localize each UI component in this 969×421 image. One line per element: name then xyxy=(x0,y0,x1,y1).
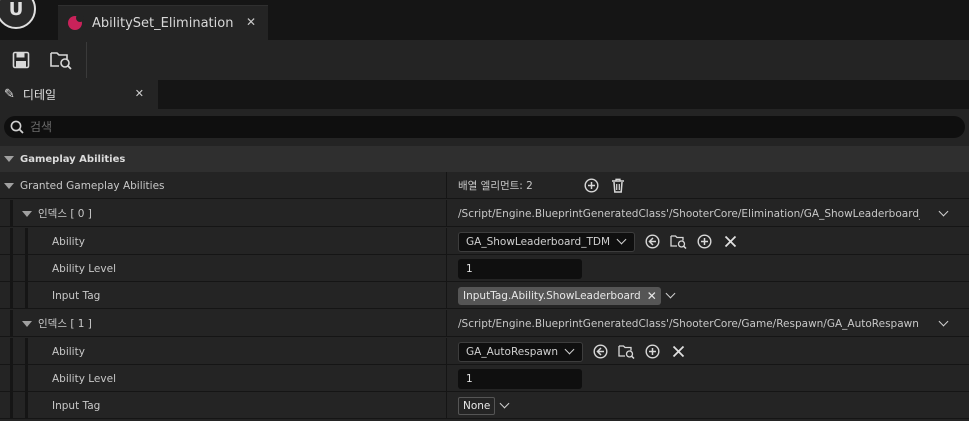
ability-class-combo[interactable]: GA_ShowLeaderboard_TDM xyxy=(458,231,636,252)
category-gameplay-abilities[interactable]: Gameplay Abilities xyxy=(0,146,969,172)
use-selected-arrow-icon xyxy=(593,344,608,359)
chevron-down-icon xyxy=(564,344,575,355)
ability-class-value: GA_AutoRespawn xyxy=(466,345,559,358)
category-label: Gameplay Abilities xyxy=(20,153,126,165)
browse-asset-button[interactable] xyxy=(667,231,689,253)
add-circle-icon xyxy=(584,178,599,193)
toolbar-separator xyxy=(86,42,87,78)
index-label: 인덱스 [ 0 ] xyxy=(38,208,92,220)
ability-class-value: GA_ShowLeaderboard_TDM xyxy=(466,235,611,248)
ability-level-row: Ability Level 1 xyxy=(0,365,969,392)
chevron-down-icon[interactable] xyxy=(938,316,949,327)
add-new-button[interactable] xyxy=(693,231,715,253)
unreal-logo-icon[interactable]: U xyxy=(0,0,44,32)
browse-folder-icon xyxy=(669,235,687,249)
array-element-count: 배열 엘리먼트: 2 xyxy=(458,180,533,192)
pencil-icon: ✎ xyxy=(4,87,15,102)
ability-level-field[interactable]: 1 xyxy=(458,368,582,389)
ability-level-value: 1 xyxy=(466,372,473,385)
details-panel: Gameplay Abilities Granted Gameplay Abil… xyxy=(0,109,969,421)
title-bar: U AbilitySet_Elimination ✕ xyxy=(0,0,969,40)
browse-folder-icon xyxy=(617,345,635,359)
add-circle-icon xyxy=(697,234,712,249)
ability-row: Ability GA_AutoRespawn xyxy=(0,338,969,365)
save-button[interactable] xyxy=(8,47,34,73)
search-box[interactable] xyxy=(4,116,965,138)
save-icon xyxy=(12,51,30,69)
ability-class-combo[interactable]: GA_AutoRespawn xyxy=(458,341,584,362)
index-label: 인덱스 [ 1 ] xyxy=(38,318,92,330)
asset-tab-title: AbilitySet_Elimination xyxy=(92,15,234,31)
use-selected-button[interactable] xyxy=(589,341,611,363)
chevron-down-icon[interactable] xyxy=(938,206,949,217)
toolbar xyxy=(0,40,969,80)
use-selected-button[interactable] xyxy=(641,231,663,253)
search-input[interactable] xyxy=(30,120,830,134)
expand-triangle-icon[interactable] xyxy=(22,210,32,217)
property-label: Ability Level xyxy=(52,262,116,275)
chevron-down-icon[interactable] xyxy=(665,288,676,299)
add-element-button[interactable] xyxy=(581,175,603,197)
close-icon xyxy=(672,345,684,358)
ability-level-field[interactable]: 1 xyxy=(458,258,582,279)
close-icon xyxy=(724,235,736,248)
property-label: Ability xyxy=(52,345,85,358)
index-0-row: 인덱스 [ 0 ] /Script/Engine.BlueprintGenera… xyxy=(0,200,969,227)
details-tab-label: 디테일 xyxy=(22,88,57,102)
details-tab[interactable]: ✎ 디테일 ✕ xyxy=(0,80,158,109)
chevron-down-icon xyxy=(616,234,627,245)
gameplay-tag-value: None xyxy=(463,399,491,412)
expand-triangle-icon[interactable] xyxy=(4,182,14,189)
property-label: Input Tag xyxy=(52,399,101,412)
remove-tag-icon[interactable]: ✕ xyxy=(647,289,657,303)
clear-array-button[interactable] xyxy=(607,175,629,197)
add-new-button[interactable] xyxy=(641,341,663,363)
gameplay-tag-none[interactable]: None xyxy=(458,396,496,415)
ability-level-row: Ability Level 1 xyxy=(0,255,969,282)
class-path-text: /Script/Engine.BlueprintGeneratedClass'/… xyxy=(458,317,920,330)
expand-triangle-icon[interactable] xyxy=(4,156,14,162)
ability-row: Ability GA_ShowLeaderboard_TDM xyxy=(0,228,969,255)
add-circle-icon xyxy=(645,344,660,359)
property-label: Ability Level xyxy=(52,372,116,385)
use-selected-arrow-icon xyxy=(645,234,660,249)
input-tag-row: Input Tag InputTag.Ability.ShowLeaderboa… xyxy=(0,282,969,309)
close-details-icon[interactable]: ✕ xyxy=(135,87,144,100)
search-icon xyxy=(10,120,24,134)
details-tab-bar: ✎ 디테일 ✕ xyxy=(0,80,969,109)
browse-folder-icon xyxy=(50,52,72,70)
ability-level-value: 1 xyxy=(466,262,473,275)
browse-asset-button[interactable] xyxy=(615,341,637,363)
expand-triangle-icon[interactable] xyxy=(22,320,32,327)
class-path-text: /Script/Engine.BlueprintGeneratedClass'/… xyxy=(458,207,920,220)
close-tab-icon[interactable]: ✕ xyxy=(246,15,256,29)
clear-button[interactable] xyxy=(719,231,741,253)
browse-button[interactable] xyxy=(48,47,74,73)
gameplay-tag-pill[interactable]: InputTag.Ability.ShowLeaderboard ✕ xyxy=(458,286,661,305)
input-tag-row: Input Tag None xyxy=(0,392,969,419)
granted-abilities-row: Granted Gameplay Abilities 배열 엘리먼트: 2 xyxy=(0,172,969,199)
clear-button[interactable] xyxy=(667,341,689,363)
property-label: Ability xyxy=(52,235,85,248)
property-label: Granted Gameplay Abilities xyxy=(20,179,165,192)
data-asset-icon xyxy=(68,14,84,30)
chevron-down-icon[interactable] xyxy=(499,398,510,409)
gameplay-tag-value: InputTag.Ability.ShowLeaderboard xyxy=(463,289,641,302)
index-1-row: 인덱스 [ 1 ] /Script/Engine.BlueprintGenera… xyxy=(0,310,969,337)
trash-icon xyxy=(611,178,624,193)
asset-tab[interactable]: AbilitySet_Elimination ✕ xyxy=(58,5,268,40)
property-label: Input Tag xyxy=(52,289,101,302)
